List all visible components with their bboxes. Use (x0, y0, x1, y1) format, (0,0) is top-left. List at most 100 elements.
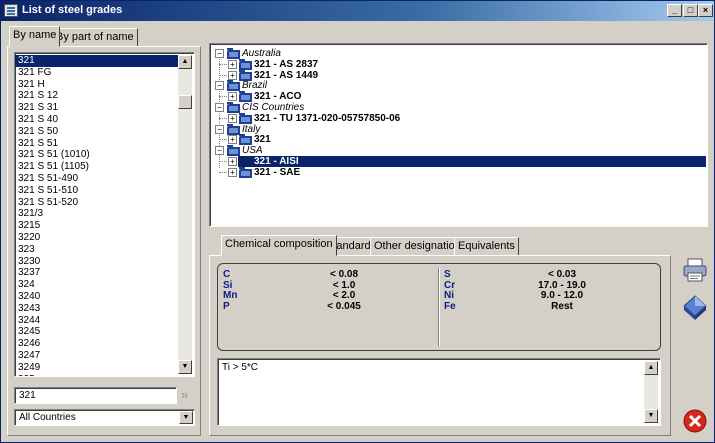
tab-chemical-composition[interactable]: Chemical composition (221, 235, 337, 256)
collapse-icon[interactable]: − (215, 49, 224, 58)
chevron-down-icon[interactable]: ▼ (179, 411, 193, 424)
close-circle-icon[interactable] (682, 408, 710, 436)
folder-icon (239, 69, 252, 81)
list-item[interactable]: 321 S 51 (15, 138, 178, 150)
list-item[interactable]: 321 S 51 (1010) (15, 149, 178, 161)
grade-search-input[interactable]: 321 (14, 387, 177, 404)
chem-row: Si (223, 280, 232, 291)
list-item[interactable]: 3237 (15, 267, 178, 279)
notes-scroll-up-button[interactable]: ▲ (644, 361, 658, 375)
printer-icon[interactable] (681, 256, 709, 284)
tree-country-node[interactable]: CIS Countries (242, 102, 304, 113)
list-item[interactable]: 321 S 51 (1105) (15, 161, 178, 173)
tree-selection-highlight (238, 155, 706, 167)
tree-grade-node[interactable]: 321 - TU 1371-020-05757850-06 (254, 113, 400, 124)
element-value: 9.0 - 12.0 (540, 290, 584, 301)
diamond-export-icon[interactable] (681, 293, 709, 321)
folder-icon (227, 123, 240, 135)
window-title: List of steel grades (22, 4, 123, 16)
list-item[interactable]: 3220 (15, 232, 178, 244)
element-symbol: Mn (223, 290, 238, 301)
notes-textarea[interactable]: Ti > 5*C ▲ ▼ (217, 358, 661, 426)
list-item[interactable]: 3243 (15, 303, 178, 315)
tree-country-node[interactable]: Brazil (242, 80, 267, 91)
list-item[interactable]: 3215 (15, 220, 178, 232)
folder-icon (227, 48, 240, 59)
list-item[interactable]: 3246 (15, 338, 178, 350)
list-item[interactable]: 321 S 51-510 (15, 185, 178, 197)
element-symbol: S (444, 269, 451, 280)
list-item[interactable]: 321 S 12 (15, 90, 178, 102)
collapse-icon[interactable]: − (215, 81, 224, 91)
chem-row: Ni (444, 290, 454, 301)
tab-by-part-of-name[interactable]: By part of name (52, 28, 138, 47)
collapse-icon[interactable]: − (215, 103, 224, 112)
element-symbol: Ni (444, 290, 454, 301)
maximize-button[interactable]: □ (683, 4, 698, 17)
scroll-up-button[interactable]: ▲ (178, 55, 192, 69)
grade-list-scrollbar[interactable]: ▲ ▼ (178, 55, 192, 374)
title-bar: List of steel grades _ □ × (1, 1, 714, 21)
list-item[interactable]: 3245 (15, 326, 178, 338)
element-symbol: P (223, 300, 230, 312)
tree-grade-node[interactable]: 321 (254, 134, 271, 145)
close-window-button[interactable]: × (698, 4, 713, 17)
list-item[interactable]: 321 H (15, 79, 178, 91)
expand-icon[interactable]: + (228, 92, 237, 102)
collapse-icon[interactable]: − (215, 124, 224, 134)
chem-row: Cr (444, 280, 455, 291)
list-item[interactable]: 3240 (15, 291, 178, 303)
expand-icon[interactable]: + (228, 157, 237, 166)
notes-scroll-down-button[interactable]: ▼ (644, 409, 658, 423)
list-item[interactable]: 321/3 (15, 208, 178, 220)
country-select[interactable]: All Countries ▼ (14, 409, 195, 426)
tab-by-name[interactable]: By name (9, 26, 61, 47)
element-value: < 0.03 (547, 269, 577, 280)
tree-grade-node[interactable]: 321 - ACO (254, 91, 301, 102)
tab-equivalents[interactable]: Equivalents (454, 237, 519, 256)
scroll-thumb[interactable] (178, 95, 192, 109)
element-value: 17.0 - 19.0 (538, 279, 586, 291)
list-item[interactable]: 321 S 31 (15, 102, 178, 114)
element-symbol: Fe (444, 300, 456, 312)
list-item[interactable]: 321 S 51-520 (15, 197, 178, 209)
notes-text: Ti > 5*C (222, 362, 259, 373)
list-item[interactable]: 323 (15, 244, 178, 256)
list-item[interactable]: 321 S 40 (15, 114, 178, 126)
list-item[interactable]: 321 S 51-490 (15, 173, 178, 185)
chem-row: Mn (223, 290, 237, 301)
notes-scrollbar[interactable]: ▲ ▼ (644, 361, 658, 423)
steel-grades-window: List of steel grades _ □ × By name By pa… (0, 0, 715, 443)
expand-icon[interactable]: + (228, 167, 237, 177)
element-value: < 1.0 (332, 279, 356, 291)
expand-icon[interactable]: + (228, 113, 237, 123)
expand-icon[interactable]: + (228, 59, 237, 69)
grade-listbox[interactable]: 321 321 FG 321 H 321 S 12 321 S 31 321 S 40 32… (14, 52, 195, 377)
expand-icon[interactable]: + (228, 135, 237, 145)
list-item[interactable]: 3247 (15, 350, 178, 362)
list-item[interactable]: 321 S 50 (15, 126, 178, 138)
element-symbol: C (223, 269, 231, 280)
list-item[interactable]: 325 (15, 374, 178, 376)
expand-icon[interactable]: + (228, 70, 237, 80)
list-item[interactable]: 3230 (15, 256, 178, 268)
collapse-icon[interactable]: − (215, 146, 224, 156)
list-item[interactable]: 3249 (15, 362, 178, 374)
list-item[interactable]: 321 FG (15, 67, 178, 79)
tree-grade-node[interactable]: 321 - AISI (254, 156, 299, 167)
double-arrow-right-icon[interactable]: » (181, 388, 195, 402)
tree-grade-node[interactable]: 321 - SAE (254, 167, 300, 178)
list-item[interactable]: 3244 (15, 315, 178, 327)
tree-country-node[interactable]: Italy (242, 124, 260, 135)
minimize-button[interactable]: _ (667, 4, 682, 17)
tree-country-node[interactable]: Australia (242, 48, 281, 59)
scroll-down-button[interactable]: ▼ (178, 360, 192, 374)
folder-icon (227, 80, 240, 92)
tree-grade-node[interactable]: 321 - AS 2837 (254, 59, 318, 70)
tree-grade-node[interactable]: 321 - AS 1449 (254, 70, 318, 81)
grade-tree[interactable]: − Australia +321 - AS 2837 +321 - AS 1449 − B… (209, 43, 708, 227)
list-item[interactable]: 321 (15, 55, 178, 67)
folder-icon (239, 134, 252, 146)
element-value: Rest (551, 300, 573, 312)
list-item[interactable]: 324 (15, 279, 178, 291)
